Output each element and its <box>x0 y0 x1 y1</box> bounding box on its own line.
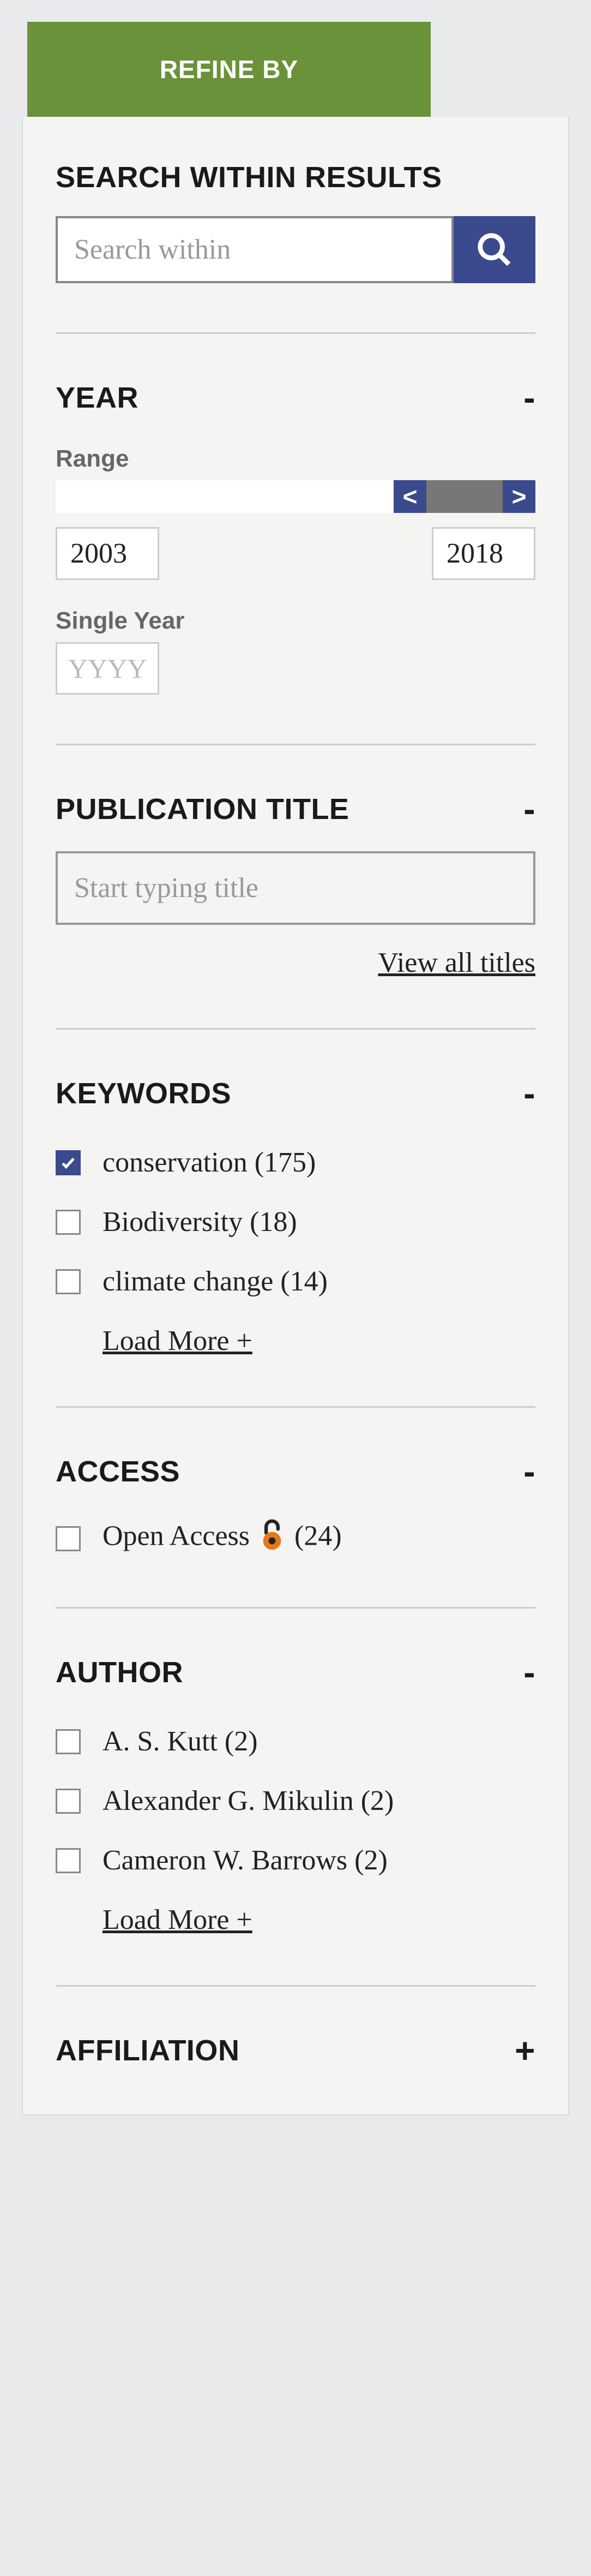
open-access-icon <box>260 1519 284 1558</box>
access-toggle[interactable]: - <box>523 1451 535 1492</box>
checkbox-author-1[interactable]: Alexander G. Mikulin (2) <box>56 1785 535 1817</box>
keywords-load-more[interactable]: Load More + <box>102 1325 535 1357</box>
checkbox-open-access[interactable]: Open Access (24) <box>56 1519 535 1558</box>
affiliation-title: AFFILIATION <box>56 2034 239 2067</box>
year-to-input[interactable] <box>432 527 535 580</box>
section-affiliation: AFFILIATION + <box>56 1987 535 2114</box>
checkbox-box <box>56 1150 81 1175</box>
keywords-title: KEYWORDS <box>56 1077 231 1110</box>
access-title: ACCESS <box>56 1455 180 1489</box>
checkbox-box <box>56 1210 81 1235</box>
range-track <box>56 480 394 513</box>
check-icon <box>60 1155 76 1171</box>
checkbox-label: conservation (175) <box>102 1146 316 1179</box>
checkbox-label: A. S. Kutt (2) <box>102 1725 258 1758</box>
range-left-handle[interactable]: < <box>394 480 426 513</box>
search-icon <box>475 231 514 269</box>
section-publication-title: PUBLICATION TITLE - View all titles <box>56 745 535 1030</box>
range-selection <box>426 480 503 513</box>
search-row <box>56 216 535 283</box>
keywords-toggle[interactable]: - <box>523 1073 535 1114</box>
checkbox-label: Alexander G. Mikulin (2) <box>102 1785 394 1817</box>
single-year-label: Single Year <box>56 607 535 635</box>
checkbox-author-0[interactable]: A. S. Kutt (2) <box>56 1725 535 1758</box>
pubtitle-input[interactable] <box>56 851 535 925</box>
single-year-input[interactable] <box>56 642 159 695</box>
checkbox-author-2[interactable]: Cameron W. Barrows (2) <box>56 1844 535 1876</box>
view-all-titles-link[interactable]: View all titles <box>56 947 535 979</box>
checkbox-box <box>56 1269 81 1294</box>
section-access: ACCESS - Open Access (24) <box>56 1408 535 1609</box>
checkbox-keyword-1[interactable]: Biodiversity (18) <box>56 1206 535 1238</box>
checkbox-box <box>56 1526 81 1551</box>
section-year: YEAR - Range < > Single Year <box>56 334 535 745</box>
pubtitle-toggle[interactable]: - <box>523 789 535 829</box>
checkbox-box <box>56 1729 81 1754</box>
year-title: YEAR <box>56 381 138 415</box>
search-within-input[interactable] <box>56 216 454 283</box>
year-range-slider[interactable]: < > <box>56 480 535 513</box>
checkbox-keyword-0[interactable]: conservation (175) <box>56 1146 535 1179</box>
author-load-more[interactable]: Load More + <box>102 1904 535 1936</box>
range-label: Range <box>56 445 535 473</box>
checkbox-box <box>56 1848 81 1873</box>
affiliation-toggle[interactable]: + <box>515 2030 535 2071</box>
section-author: AUTHOR - A. S. Kutt (2) Alexander G. Miku… <box>56 1609 535 1987</box>
checkbox-label: Biodiversity (18) <box>102 1206 297 1238</box>
checkbox-label: Cameron W. Barrows (2) <box>102 1844 388 1876</box>
search-within-title: SEARCH WITHIN RESULTS <box>56 160 535 194</box>
author-title: AUTHOR <box>56 1655 183 1689</box>
checkbox-label: climate change (14) <box>102 1265 328 1298</box>
checkbox-keyword-2[interactable]: climate change (14) <box>56 1265 535 1298</box>
range-right-handle[interactable]: > <box>503 480 535 513</box>
filter-panel: SEARCH WITHIN RESULTS YEAR - Range <box>22 117 569 2115</box>
section-search-within: SEARCH WITHIN RESULTS <box>56 117 535 334</box>
section-keywords: KEYWORDS - conservation (175) Biodiversit… <box>56 1030 535 1408</box>
checkbox-box <box>56 1789 81 1814</box>
year-toggle[interactable]: - <box>523 378 535 418</box>
search-button[interactable] <box>454 216 535 283</box>
author-toggle[interactable]: - <box>523 1652 535 1693</box>
refine-by-header: REFINE BY <box>27 22 431 117</box>
pubtitle-title: PUBLICATION TITLE <box>56 792 349 826</box>
year-from-input[interactable] <box>56 527 159 580</box>
checkbox-label: Open Access (24) <box>102 1519 342 1558</box>
